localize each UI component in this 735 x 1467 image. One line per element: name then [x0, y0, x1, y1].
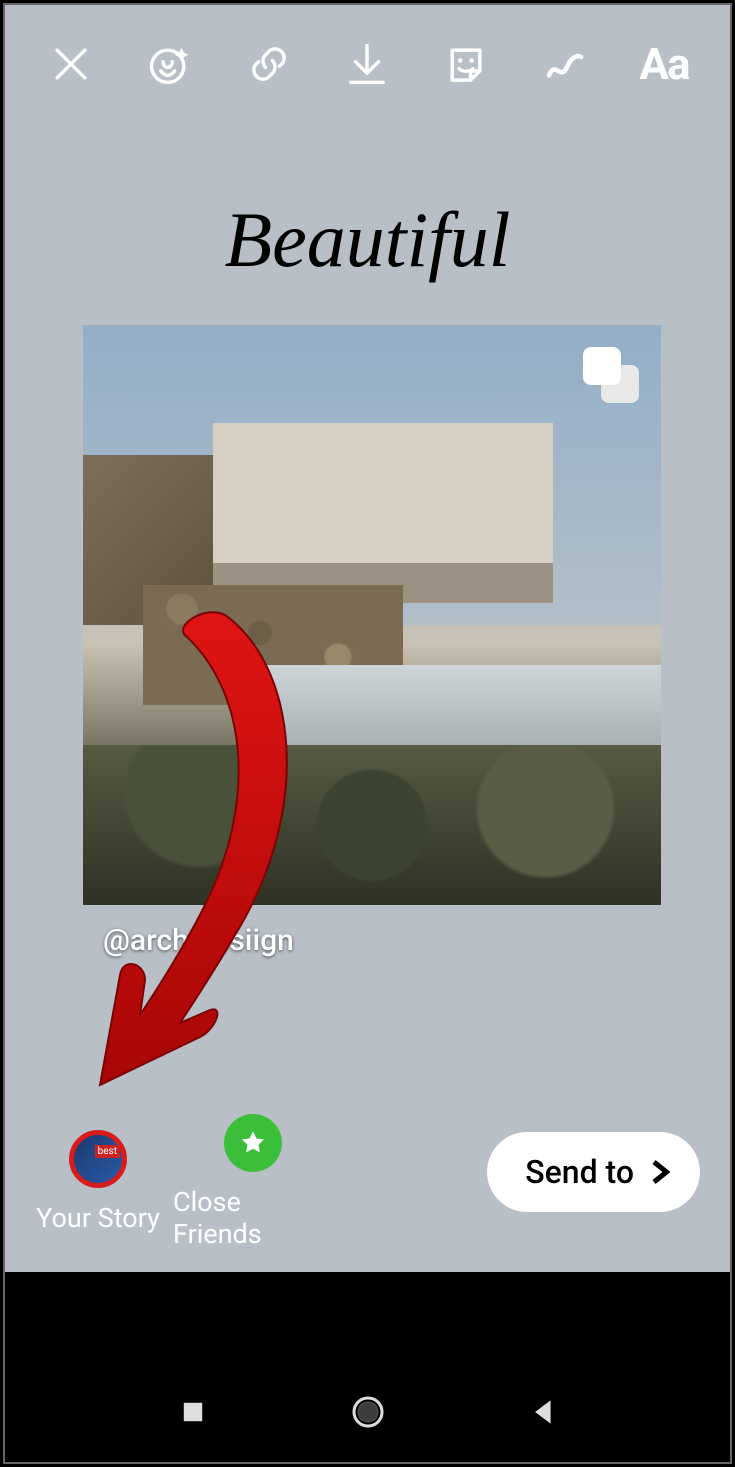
share-bar: Your Story Close Friends Send to: [5, 1112, 730, 1252]
image-bg: [263, 665, 661, 745]
story-toolbar: Aa: [5, 29, 730, 99]
image-bg: [83, 745, 661, 905]
link-icon[interactable]: [243, 38, 295, 90]
shared-post-image[interactable]: [83, 325, 661, 905]
home-button[interactable]: [348, 1392, 388, 1432]
text-tool-icon[interactable]: Aa: [638, 38, 690, 90]
screen: Aa Beautiful @archidesiign: [3, 3, 732, 1464]
chevron-right-icon: [644, 1157, 674, 1187]
system-nav-bar: [5, 1362, 730, 1462]
your-story-button[interactable]: Your Story: [33, 1130, 163, 1234]
carousel-icon: [583, 347, 639, 403]
your-story-avatar: [69, 1130, 127, 1188]
story-caption[interactable]: Beautiful: [5, 195, 730, 285]
story-editor[interactable]: Aa Beautiful @archidesiign: [5, 5, 730, 1272]
draw-icon[interactable]: [539, 38, 591, 90]
recents-button[interactable]: [173, 1392, 213, 1432]
download-icon[interactable]: [341, 38, 393, 90]
sticker-icon[interactable]: [440, 38, 492, 90]
back-button[interactable]: [523, 1392, 563, 1432]
close-friends-icon: [224, 1114, 282, 1172]
send-to-label: Send to: [525, 1153, 634, 1191]
effects-icon[interactable]: [144, 38, 196, 90]
send-to-button[interactable]: Send to: [487, 1132, 700, 1212]
text-tool-label: Aa: [639, 38, 688, 90]
post-author-handle[interactable]: @archidesiign: [103, 923, 294, 958]
your-story-label: Your Story: [36, 1202, 160, 1234]
close-icon[interactable]: [45, 38, 97, 90]
close-friends-label: Close Friends: [173, 1186, 333, 1250]
close-friends-button[interactable]: Close Friends: [173, 1114, 333, 1250]
